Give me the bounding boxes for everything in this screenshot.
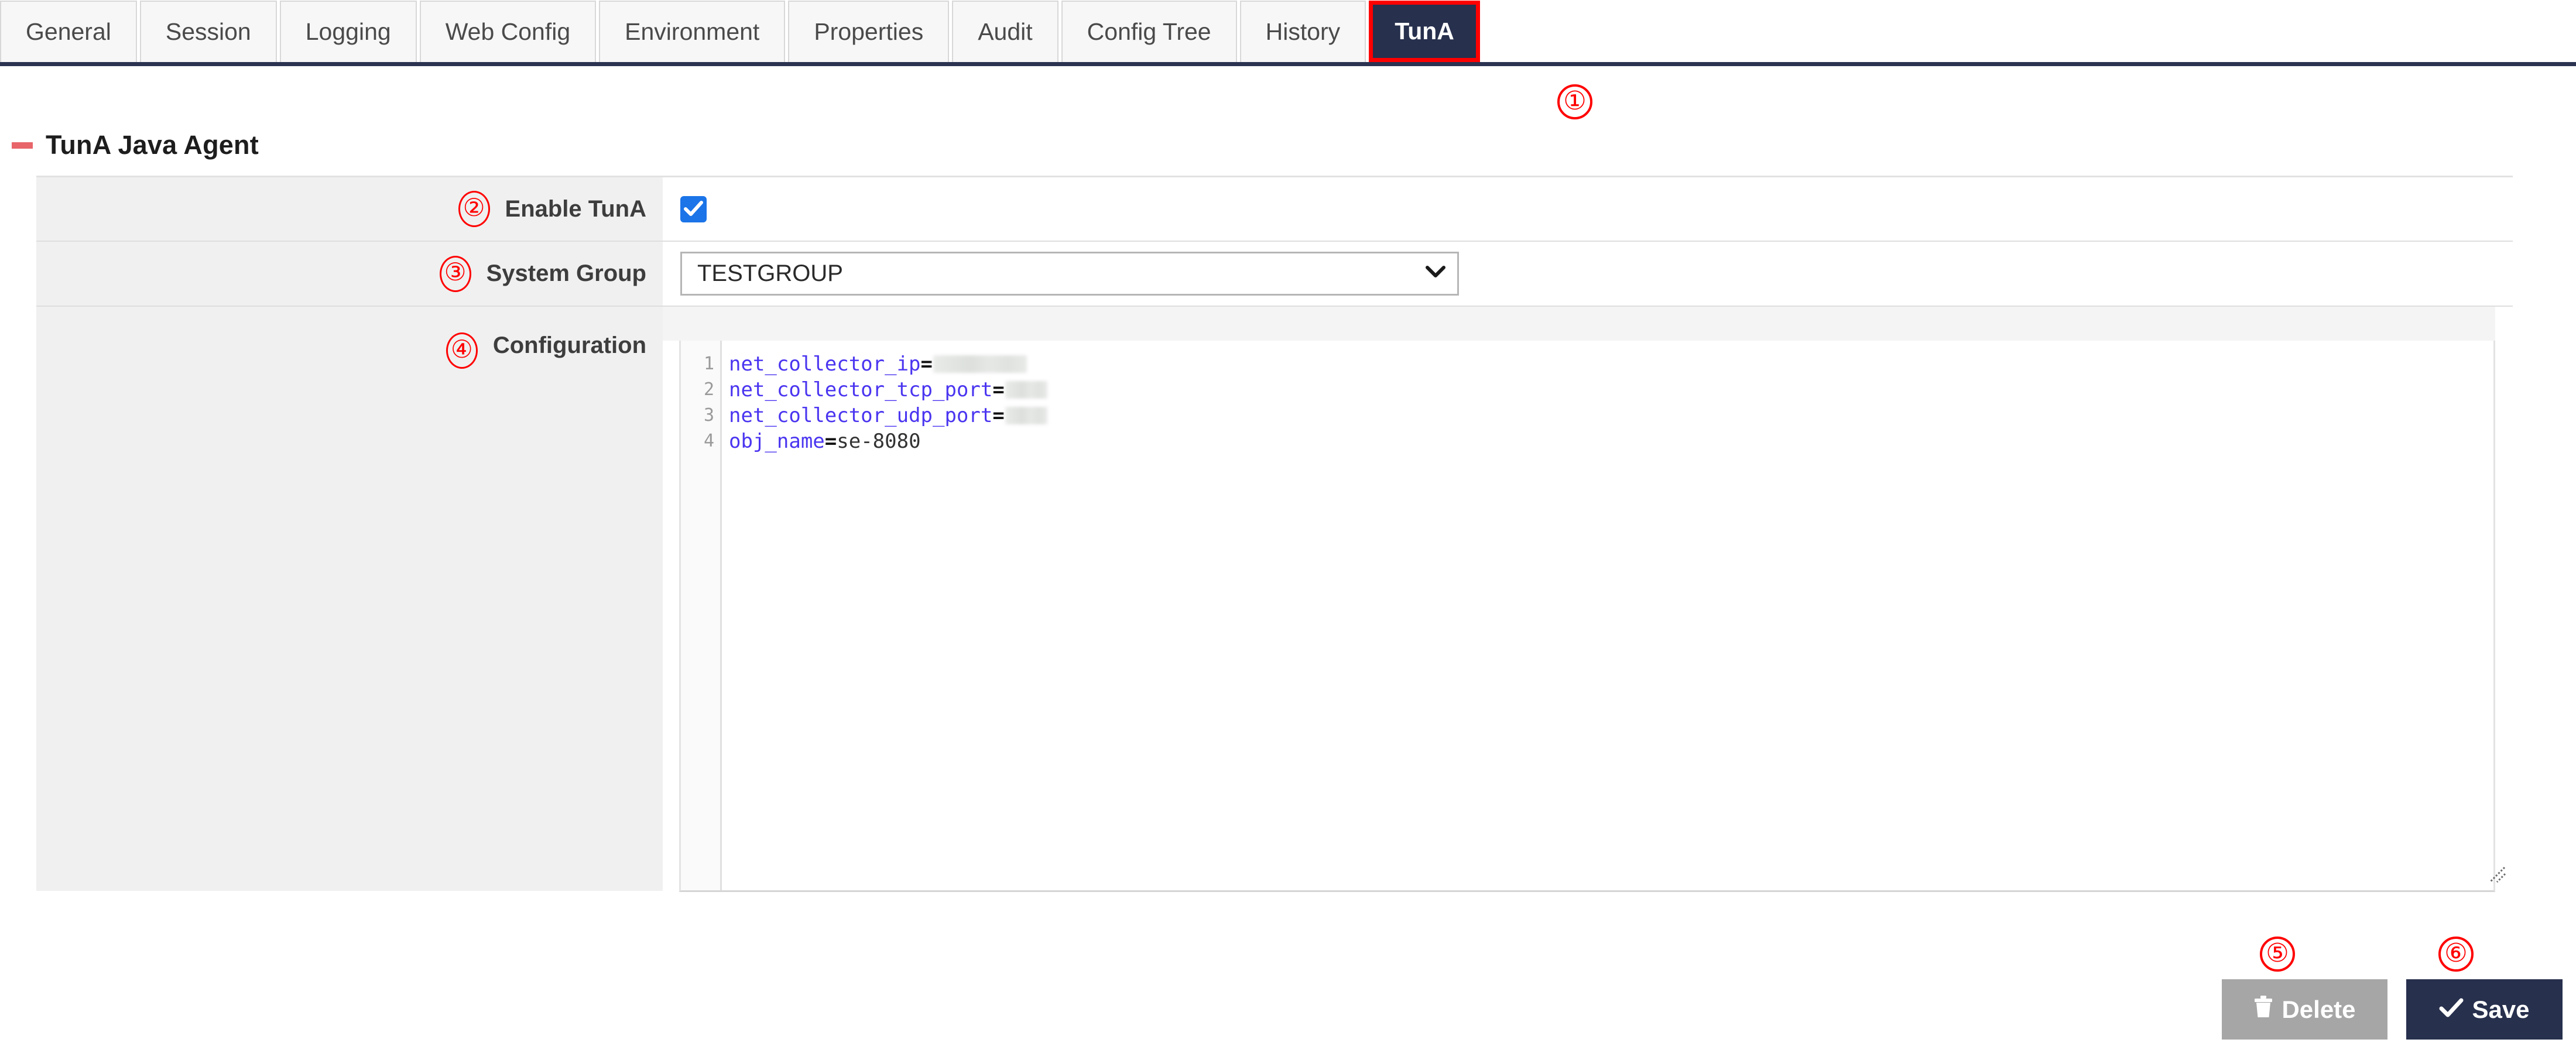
tab-bar: General Session Logging Web Config Environme… [0,0,2576,66]
editor-code-area[interactable]: net_collector_ip=net_collector_tcp_port=… [722,341,2493,890]
row-label-system-group: ③ System Group [36,242,663,306]
section-header: TunA Java Agent [0,130,259,160]
code-token-key: net_collector_udp_port [729,403,992,428]
tab-logging[interactable]: Logging [280,1,417,62]
tab-label: Web Config [446,20,570,44]
chevron-down-icon [1426,266,1445,282]
check-icon [684,200,703,218]
tuna-form-table: ② Enable TunA ③ System Group TESTGROUP [36,176,2513,891]
code-token-redacted-value [1005,381,1047,399]
row-value-enable-tuna [663,177,2513,241]
code-token-equals: = [921,351,933,377]
label-configuration: Configuration [493,332,646,359]
annotation-marker-2: ② [458,191,490,227]
tab-config-tree[interactable]: Config Tree [1061,1,1237,62]
editor-line-number-gutter: 1234 [681,341,722,890]
check-icon [2439,996,2464,1024]
editor-resize-handle[interactable] [2487,864,2507,884]
annotation-marker-4: ④ [446,332,478,369]
label-system-group: System Group [487,260,646,287]
enable-tuna-checkbox[interactable] [680,196,707,222]
delete-button-label: Delete [2282,996,2355,1024]
tab-audit[interactable]: Audit [952,1,1058,62]
tab-session[interactable]: Session [140,1,277,62]
tab-general[interactable]: General [0,1,137,62]
label-enable-tuna: Enable TunA [505,196,646,222]
form-row-system-group: ③ System Group TESTGROUP [36,241,2513,306]
editor-code-line: net_collector_udp_port= [729,403,2493,428]
annotation-marker-3: ③ [440,256,471,292]
editor-code-line: net_collector_ip= [729,351,2493,377]
system-group-select[interactable]: TESTGROUP [680,252,1459,296]
editor-line-number: 1 [681,351,714,377]
delete-button[interactable]: Delete [2222,979,2387,1040]
code-token-equals: = [992,403,1004,428]
editor-line-number: 2 [681,377,714,403]
tab-tuna[interactable]: TunA [1369,1,1480,62]
form-row-configuration: ④ Configuration 1234 net_collector_ip=ne… [36,306,2513,891]
tab-label: General [26,20,111,44]
tab-label: Logging [306,20,391,44]
tab-label: History [1266,20,1341,44]
code-token-value: se-8080 [837,428,920,454]
tab-label: Session [166,20,251,44]
config-top-strip [663,307,2495,341]
annotation-marker-6: ⑥ [2438,937,2474,972]
tab-environment[interactable]: Environment [599,1,785,62]
code-token-equals: = [992,377,1004,403]
configuration-code-editor[interactable]: 1234 net_collector_ip=net_collector_tcp_… [679,341,2495,892]
save-button-label: Save [2472,996,2529,1024]
editor-code-line: obj_name=se-8080 [729,428,2493,454]
tab-label: TunA [1395,19,1454,43]
annotation-marker-1: ① [1557,84,1592,119]
tab-label: Config Tree [1087,20,1211,44]
system-group-selected-value: TESTGROUP [697,260,843,287]
tab-history[interactable]: History [1240,1,1366,62]
row-label-enable-tuna: ② Enable TunA [36,177,663,241]
code-token-redacted-value [933,355,1027,373]
editor-line-number: 3 [681,403,714,428]
tab-label: Environment [625,20,759,44]
tab-label: Properties [814,20,923,44]
row-value-configuration: 1234 net_collector_ip=net_collector_tcp_… [663,307,2513,891]
save-button[interactable]: Save [2406,979,2563,1040]
code-token-key: obj_name [729,428,825,454]
tab-properties[interactable]: Properties [788,1,949,62]
code-token-redacted-value [1005,407,1047,424]
editor-line-number: 4 [681,428,714,454]
row-label-configuration: ④ Configuration [36,307,663,891]
page-title: TunA Java Agent [46,130,259,160]
trash-icon [2253,995,2273,1024]
tab-label: Audit [978,20,1032,44]
code-token-key: net_collector_tcp_port [729,377,992,403]
form-row-enable-tuna: ② Enable TunA [36,176,2513,241]
annotation-marker-5: ⑤ [2260,937,2295,972]
footer-action-bar: ⑤ ⑥ Delete Save [0,937,2576,1053]
row-value-system-group: TESTGROUP [663,242,2513,306]
code-token-key: net_collector_ip [729,351,921,377]
code-token-equals: = [825,428,837,454]
tab-web-config[interactable]: Web Config [420,1,596,62]
editor-code-line: net_collector_tcp_port= [729,377,2493,403]
minus-icon[interactable] [12,142,33,149]
